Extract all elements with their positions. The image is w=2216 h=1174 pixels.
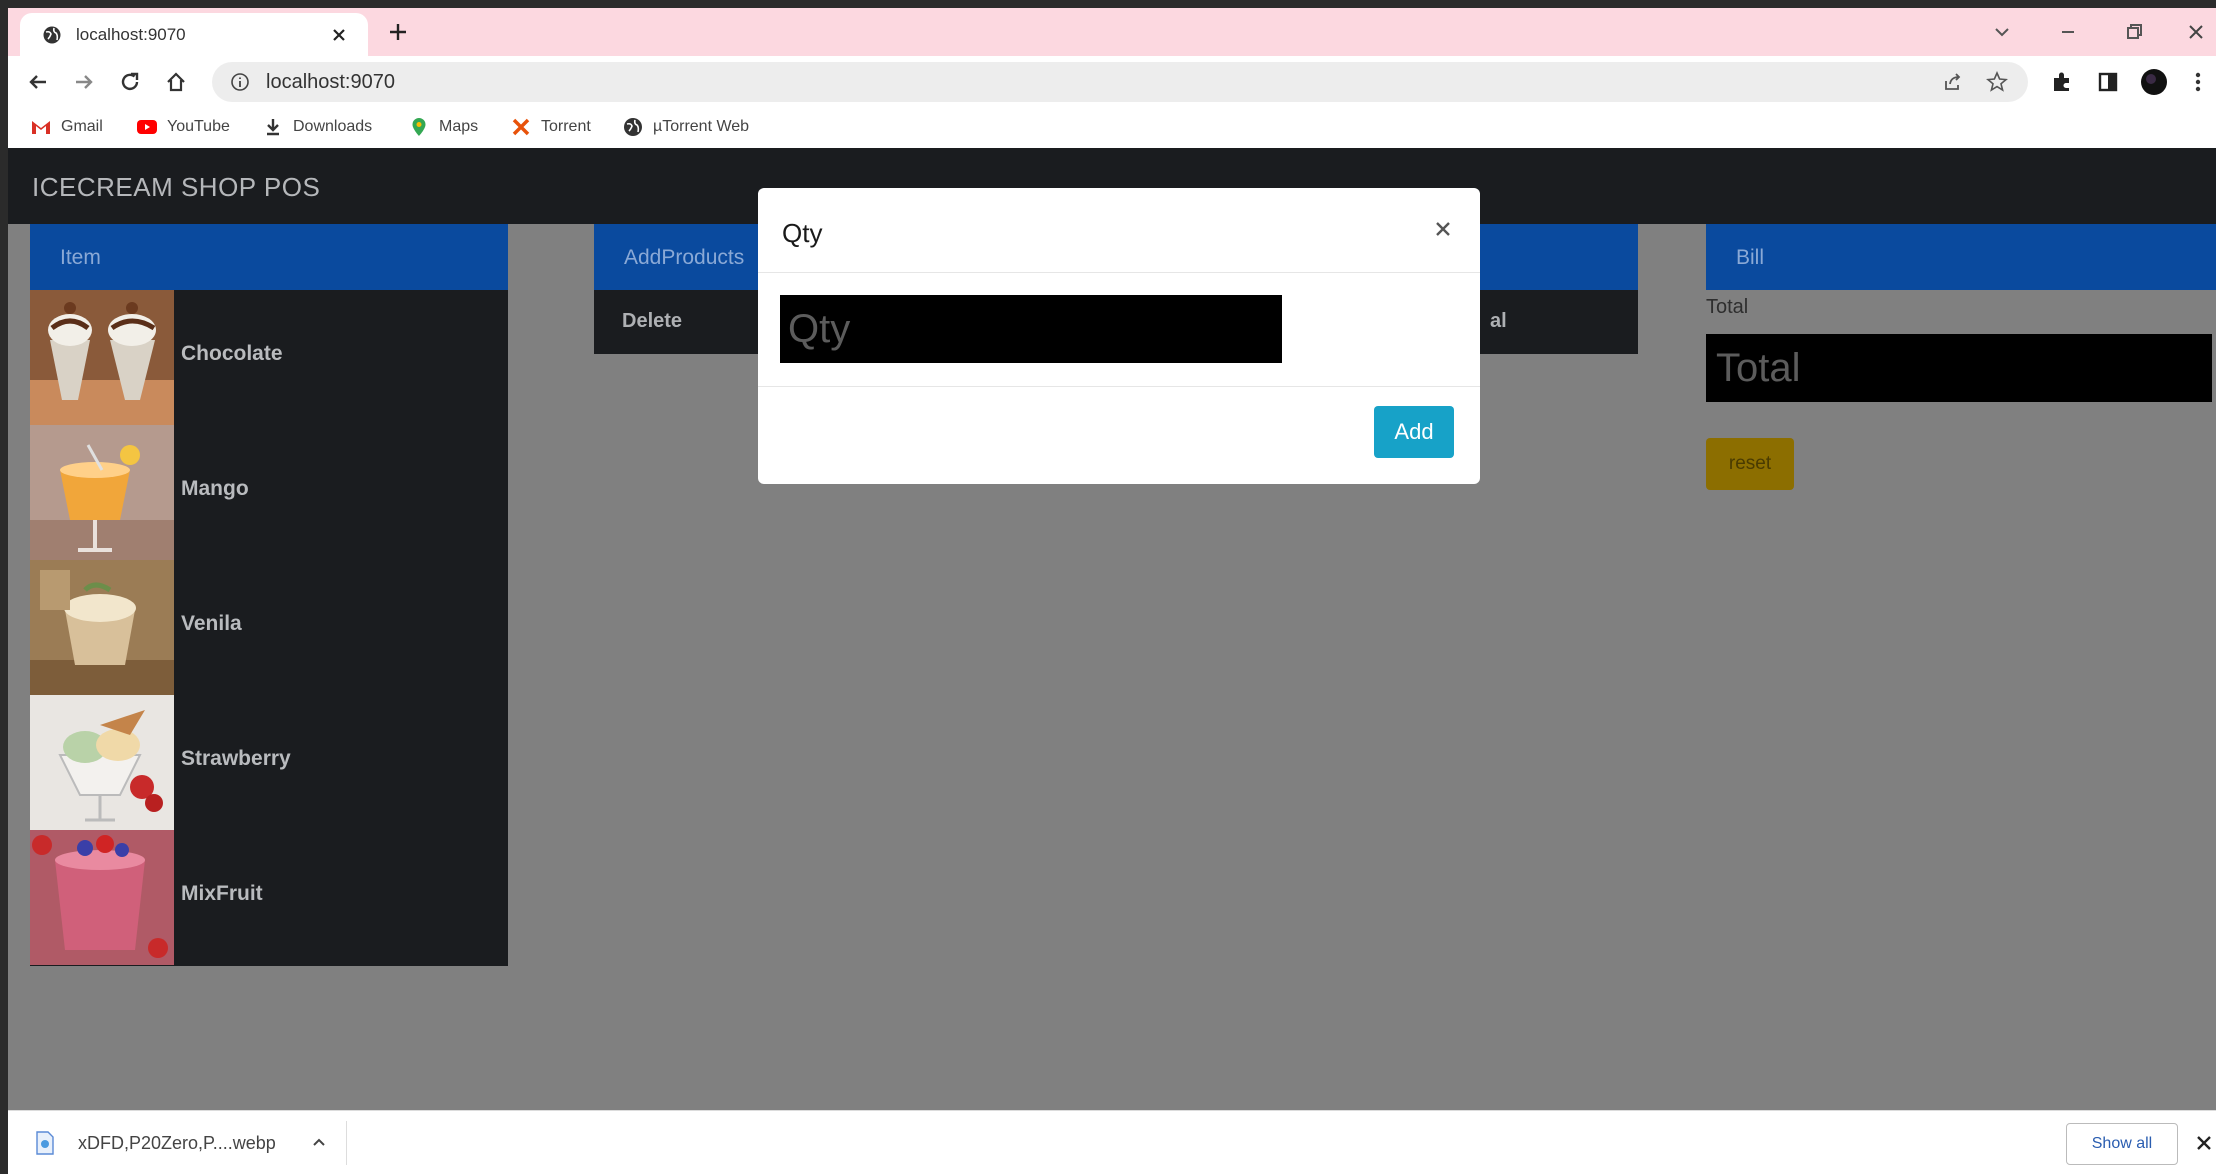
download-arrow-icon (267, 119, 279, 136)
reload-icon[interactable] (116, 68, 144, 96)
column-delete: Delete (622, 310, 683, 332)
browser-window: localhost:9070 localhost:9070 Gmail YouT… (8, 8, 2216, 1174)
forward-arrow-icon[interactable] (70, 68, 98, 96)
globe-icon (43, 26, 61, 43)
tab-strip: localhost:9070 (8, 8, 2216, 56)
tab-title: localhost:9070 (76, 24, 186, 44)
restore-icon[interactable] (2120, 18, 2148, 46)
bookmarks-bar: Gmail YouTube Downloads Maps Torrent µTo… (8, 108, 2216, 148)
mixfruit-smoothie-image (30, 830, 174, 965)
torrent-x-icon (512, 118, 530, 136)
close-tab-icon[interactable] (328, 24, 350, 46)
browser-tab[interactable]: localhost:9070 (20, 13, 368, 56)
qty-modal: Qty Add (758, 188, 1480, 484)
item-name: MixFruit (181, 882, 263, 905)
item-name: Venila (181, 612, 242, 635)
chevron-up-icon[interactable] (308, 1131, 330, 1153)
new-tab-icon[interactable] (386, 20, 410, 44)
item-name: Chocolate (181, 342, 283, 365)
file-icon (36, 1131, 54, 1155)
item-mango[interactable]: Mango (30, 425, 508, 560)
bookmark-youtube[interactable]: YouTube (136, 116, 230, 138)
youtube-icon (137, 120, 157, 134)
bookmark-gmail[interactable]: Gmail (30, 116, 103, 138)
item-chocolate[interactable]: Chocolate (30, 290, 508, 425)
item-strawberry[interactable]: Strawberry (30, 695, 508, 830)
maps-pin-icon (412, 118, 426, 136)
bookmark-downloads[interactable]: Downloads (262, 116, 372, 138)
modal-title: Qty (782, 218, 823, 248)
minimize-icon[interactable] (2054, 18, 2082, 46)
bookmark-maps[interactable]: Maps (408, 116, 478, 138)
close-icon[interactable] (2194, 1133, 2214, 1153)
close-window-icon[interactable] (2182, 18, 2210, 46)
extensions-puzzle-icon[interactable] (2048, 68, 2076, 96)
total-label: Total (1706, 296, 1749, 318)
items-list: Chocolate Mango Venila Strawberry MixFru… (30, 290, 508, 966)
side-panel-icon[interactable] (2094, 68, 2122, 96)
browser-toolbar: localhost:9070 (8, 56, 2216, 108)
download-bar: xDFD,P20Zero,P....webp Show all (8, 1110, 2216, 1174)
column-total: al (1490, 310, 1507, 332)
item-name: Mango (181, 477, 249, 500)
modal-divider (758, 272, 1480, 273)
item-mixfruit[interactable]: MixFruit (30, 830, 508, 965)
profile-avatar-icon[interactable] (2140, 68, 2168, 96)
item-venila[interactable]: Venila (30, 560, 508, 695)
back-arrow-icon[interactable] (24, 68, 52, 96)
chocolate-sundae-image (30, 290, 174, 425)
url-text: localhost:9070 (266, 71, 395, 93)
app-brand: ICECREAM SHOP POS (32, 172, 321, 202)
tab-search-chevron-icon[interactable] (1988, 18, 2016, 46)
page-content: ICECREAM SHOP POS Item Chocolate Mango V… (8, 148, 2216, 1110)
bill-panel-header: Bill (1706, 224, 2216, 290)
reset-button[interactable]: reset (1706, 438, 1794, 490)
total-input[interactable] (1706, 334, 2212, 402)
bookmark-torrent[interactable]: Torrent (510, 116, 591, 138)
strawberry-sundae-image (30, 695, 174, 830)
site-info-icon[interactable] (230, 72, 250, 92)
address-bar[interactable]: localhost:9070 (212, 62, 2028, 102)
qty-input[interactable] (780, 295, 1282, 363)
home-icon[interactable] (162, 68, 190, 96)
vanilla-dessert-image (30, 560, 174, 695)
add-button[interactable]: Add (1374, 406, 1454, 458)
globe-icon (624, 118, 642, 136)
mango-drink-image (30, 425, 174, 560)
item-name: Strawberry (181, 747, 291, 770)
modal-divider (758, 386, 1480, 387)
close-icon[interactable] (1432, 218, 1454, 240)
items-panel-header: Item (30, 224, 508, 290)
bookmark-utorrent-web[interactable]: µTorrent Web (622, 116, 749, 138)
download-filename[interactable]: xDFD,P20Zero,P....webp (78, 1133, 276, 1154)
menu-kebab-icon[interactable] (2184, 68, 2212, 96)
bookmark-star-icon[interactable] (1986, 71, 2008, 93)
share-icon[interactable] (1942, 71, 1964, 93)
gmail-icon (32, 121, 50, 134)
download-divider (346, 1121, 347, 1165)
show-all-button[interactable]: Show all (2066, 1123, 2178, 1165)
